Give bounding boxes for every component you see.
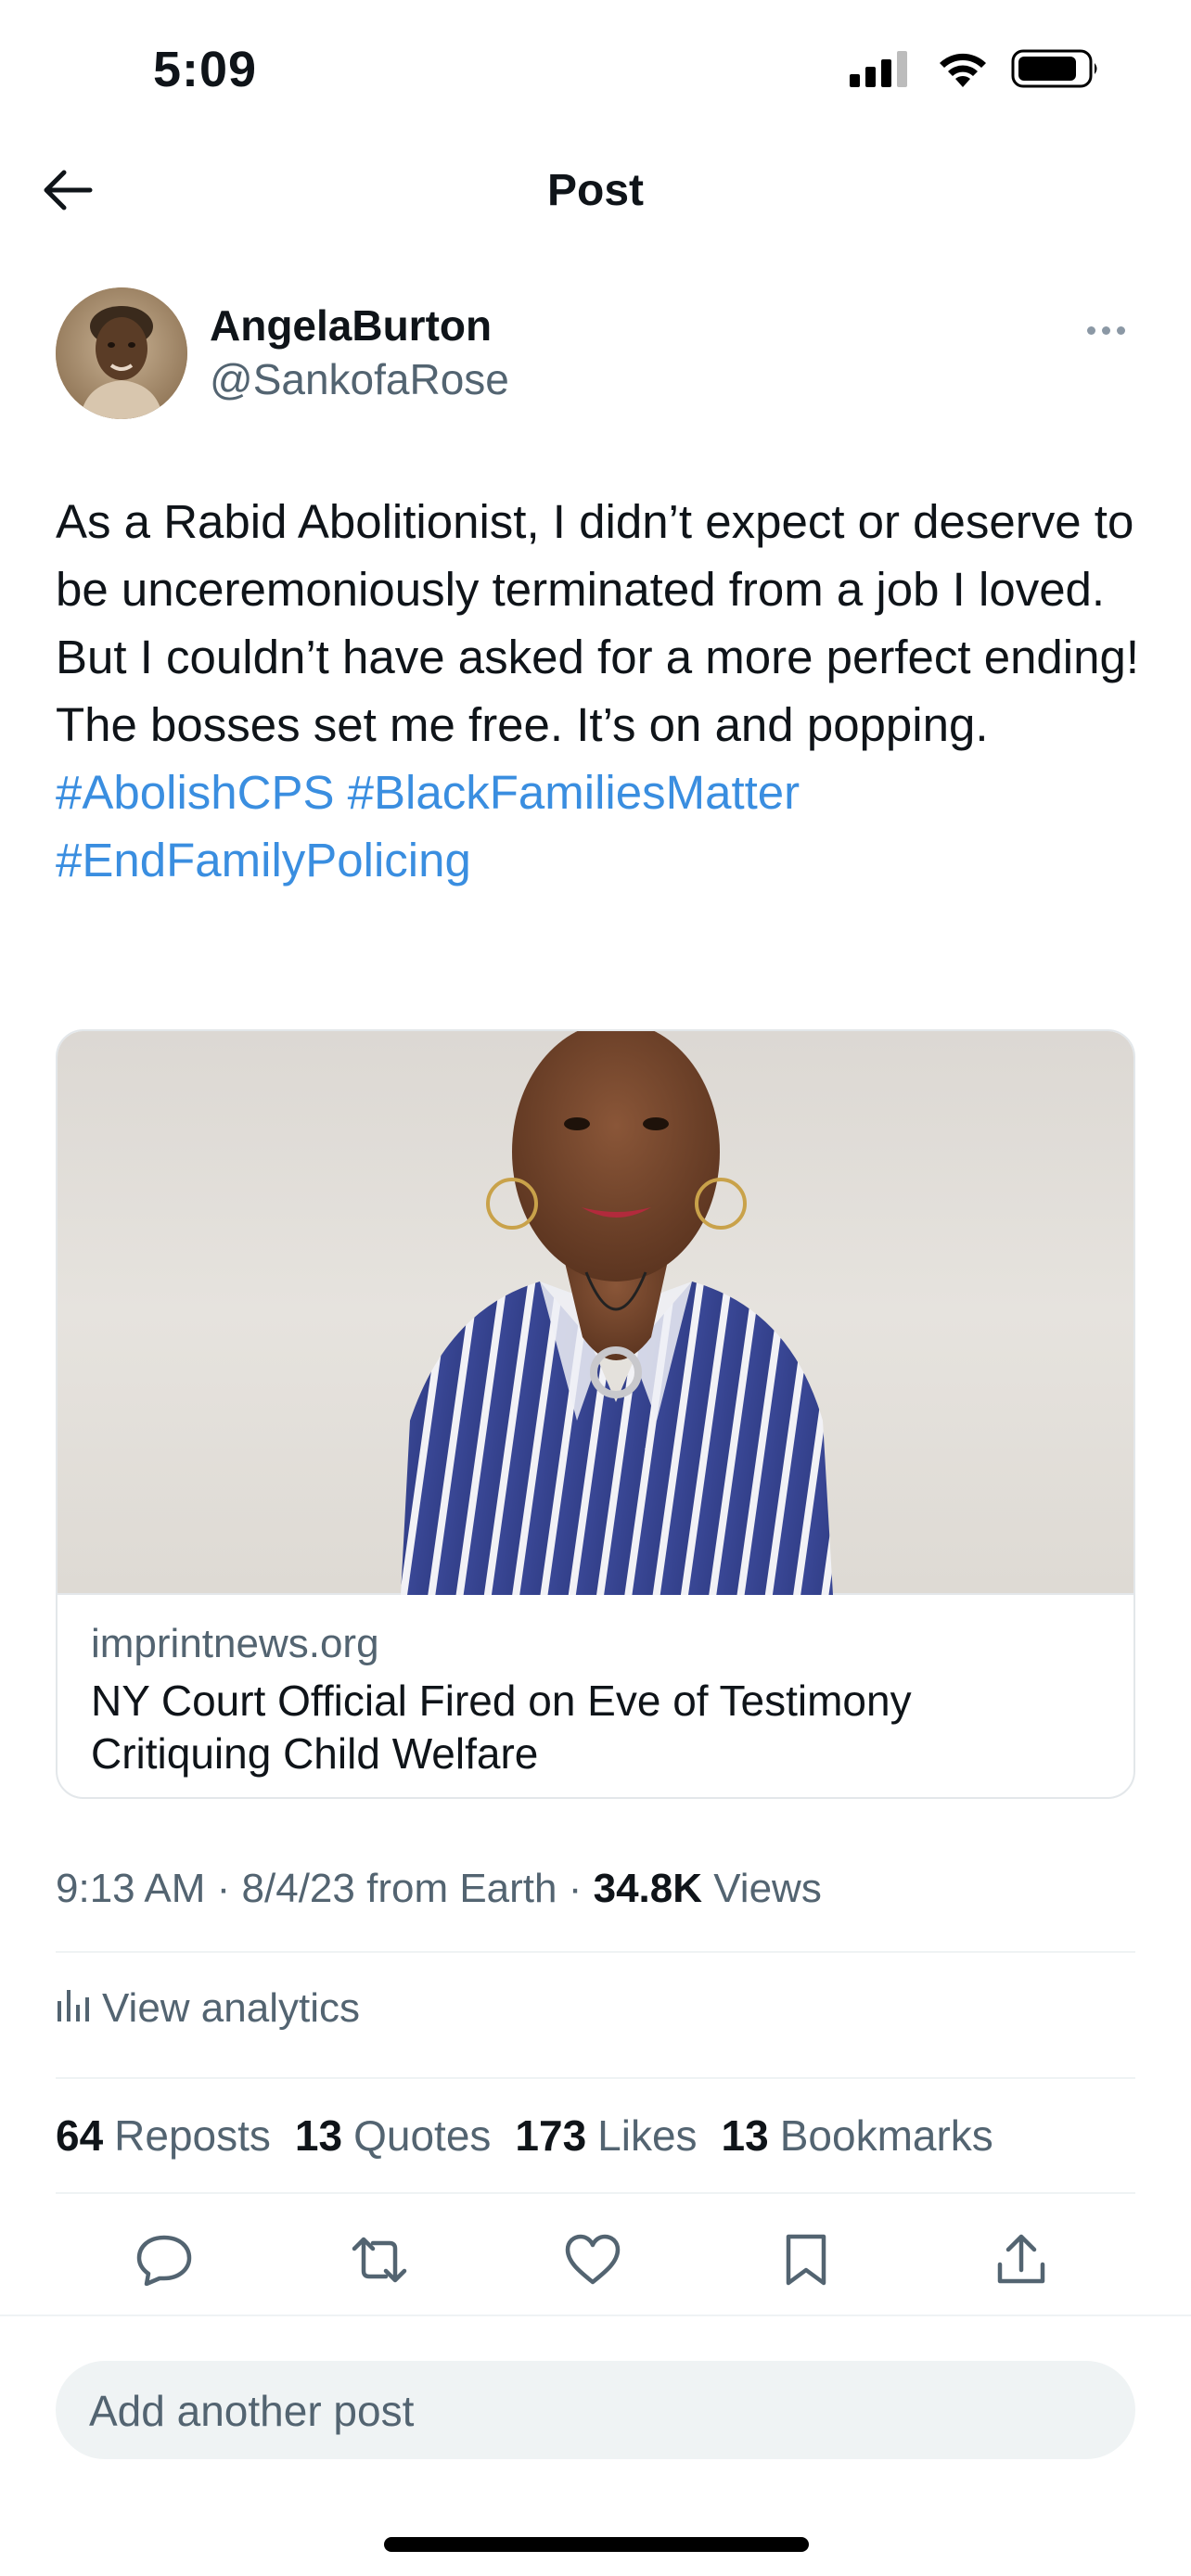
analytics-icon <box>56 1984 89 2032</box>
engagement-stats: 64 Reposts 13 Quotes 173 Likes 13 Bookmarks <box>56 2111 993 2161</box>
reply-button[interactable] <box>132 2229 197 2294</box>
repost-icon <box>349 2234 410 2290</box>
status-time: 5:09 <box>153 42 258 97</box>
post-meta: 9:13 AM · 8/4/23 from Earth · 34.8K View… <box>56 1866 822 1912</box>
battery-icon <box>1011 48 1100 94</box>
quotes-stat[interactable]: 13 Quotes <box>295 2111 491 2161</box>
share-button[interactable] <box>989 2229 1054 2294</box>
likes-stat[interactable]: 173 Likes <box>515 2111 697 2161</box>
more-options-button[interactable] <box>1078 312 1133 349</box>
post-text: As a Rabid Abolitionist, I didn’t expect… <box>56 495 1140 751</box>
user-handle[interactable]: @SankofaRose <box>210 354 509 404</box>
card-domain: imprintnews.org <box>91 1621 379 1666</box>
repost-button[interactable] <box>347 2229 412 2294</box>
reply-input[interactable]: Add another post <box>56 2361 1135 2459</box>
divider <box>56 2077 1135 2079</box>
like-icon <box>564 2234 621 2290</box>
post-body: As a Rabid Abolitionist, I didn’t expect… <box>56 488 1141 894</box>
wifi-icon <box>935 48 991 94</box>
divider <box>56 2192 1135 2194</box>
divider <box>0 2315 1191 2316</box>
action-bar <box>0 2216 1191 2300</box>
views-label: Views <box>702 1866 822 1911</box>
nav-bar: Post <box>0 139 1191 243</box>
link-preview-card[interactable]: imprintnews.org NY Court Official Fired … <box>56 1029 1135 1799</box>
reply-icon <box>135 2234 193 2290</box>
signal-icon <box>850 50 915 92</box>
bookmark-button[interactable] <box>774 2229 839 2294</box>
reply-placeholder: Add another post <box>89 2387 415 2435</box>
view-analytics-button[interactable]: View analytics <box>56 1984 360 2032</box>
home-indicator[interactable] <box>384 2537 809 2552</box>
bookmark-icon <box>783 2233 829 2291</box>
hashtag-link[interactable]: #AbolishCPS <box>56 766 335 819</box>
page-title: Post <box>546 166 644 215</box>
more-icon <box>1086 325 1095 335</box>
hashtag-link[interactable]: #BlackFamiliesMatter <box>348 766 800 819</box>
views-count: 34.8K <box>593 1866 703 1911</box>
post-timestamp: 9:13 AM · 8/4/23 from Earth · <box>56 1866 594 1911</box>
hashtag-link[interactable]: #EndFamilyPolicing <box>56 834 471 886</box>
bookmarks-stat[interactable]: 13 Bookmarks <box>722 2111 993 2161</box>
post-author: AngelaBurton @SankofaRose <box>56 286 1135 419</box>
share-icon <box>995 2233 1047 2291</box>
card-image <box>58 1031 1133 1595</box>
analytics-label: View analytics <box>102 1984 360 2031</box>
reposts-stat[interactable]: 64 Reposts <box>56 2111 271 2161</box>
card-title: NY Court Official Fired on Eve of Testim… <box>91 1677 912 1778</box>
divider <box>56 1951 1135 1953</box>
avatar[interactable] <box>56 287 187 419</box>
like-button[interactable] <box>560 2229 625 2294</box>
status-bar: 5:09 <box>0 0 1191 139</box>
status-icons <box>850 48 1100 94</box>
display-name[interactable]: AngelaBurton <box>210 300 492 351</box>
